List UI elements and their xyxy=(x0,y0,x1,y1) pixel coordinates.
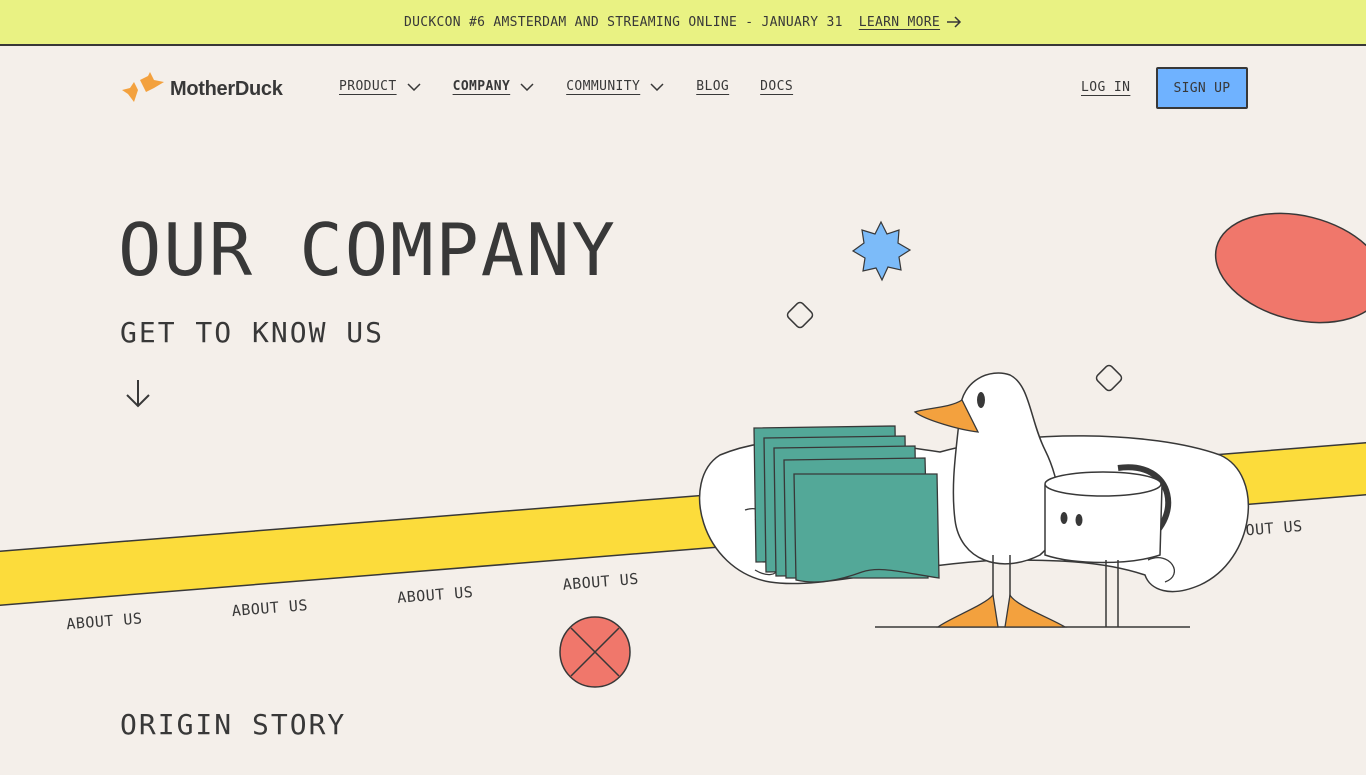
mug-shape xyxy=(1044,473,1163,564)
nav-item-docs-label: DOCS xyxy=(760,79,794,94)
duck-foot-shape xyxy=(936,593,999,628)
ribbon-label: ABOUT US xyxy=(1226,517,1303,541)
coral-x-circle-shape xyxy=(559,616,631,688)
duck-body-shape xyxy=(952,372,1061,565)
mug-handle-shape xyxy=(1117,464,1172,548)
chevron-down-icon xyxy=(650,82,664,91)
nav-item-company-label: COMPANY xyxy=(452,79,511,94)
scroll-down-button[interactable] xyxy=(124,378,152,415)
nav-item-product-label: PRODUCT xyxy=(339,79,397,94)
nav-menu: PRODUCT COMPANY COMMUNITY BLOG DOCS xyxy=(339,79,793,94)
duck-feet-logo-icon xyxy=(122,72,164,102)
page-title: OUR COMPANY xyxy=(118,208,617,292)
learn-more-link[interactable]: LEARN MORE xyxy=(859,15,962,30)
about-us-ribbon xyxy=(0,442,1366,606)
float-ring-shape xyxy=(698,435,1250,593)
coral-blob-shape xyxy=(1214,212,1366,324)
nav-item-docs[interactable]: DOCS xyxy=(760,79,793,94)
duck-beak-shape xyxy=(913,399,980,433)
ribbon-label: ABOUT US xyxy=(66,609,143,633)
announcement-bar: DUCKCON #6 AMSTERDAM AND STREAMING ONLIN… xyxy=(0,0,1366,46)
duck-eye xyxy=(977,392,985,408)
diamond-shape xyxy=(786,301,814,329)
brand-logo[interactable]: MotherDuck xyxy=(120,72,283,106)
nav-item-company[interactable]: COMPANY xyxy=(453,79,535,94)
signup-button[interactable]: SIGN UP xyxy=(1156,67,1248,109)
signup-label: SIGN UP xyxy=(1173,80,1231,96)
main-nav: MotherDuck PRODUCT COMPANY COMMUNITY BLO… xyxy=(0,46,1366,130)
learn-more-label: LEARN MORE xyxy=(858,14,941,30)
brand-name: MotherDuck xyxy=(170,77,283,100)
diamond-shape xyxy=(1095,364,1123,392)
ribbon-label: ABOUT US xyxy=(231,596,308,620)
page-subtitle: GET TO KNOW US xyxy=(120,316,385,349)
announcement-text: DUCKCON #6 AMSTERDAM AND STREAMING ONLIN… xyxy=(403,14,843,30)
nav-item-blog-label: BLOG xyxy=(696,79,730,94)
chevron-down-icon xyxy=(407,82,421,91)
teal-folders-shape xyxy=(753,425,940,583)
ribbon-labels: ABOUT US ABOUT US ABOUT US ABOUT US ABOU… xyxy=(66,517,1304,633)
origin-story-heading: ORIGIN STORY xyxy=(120,708,347,741)
ribbon-label: ABOUT US xyxy=(397,583,474,607)
arrow-right-icon xyxy=(947,16,962,28)
login-link[interactable]: LOG IN xyxy=(1081,80,1130,95)
nav-item-community[interactable]: COMMUNITY xyxy=(566,79,664,94)
chevron-down-icon xyxy=(520,82,534,91)
arrow-down-icon xyxy=(126,380,150,408)
ribbon-label: ABOUT US xyxy=(562,570,639,594)
duck-foot-shape xyxy=(1004,592,1068,628)
nav-item-product[interactable]: PRODUCT xyxy=(339,79,421,94)
blue-star-shape xyxy=(851,220,912,282)
nav-item-community-label: COMMUNITY xyxy=(566,79,641,94)
nav-item-blog[interactable]: BLOG xyxy=(696,79,729,94)
